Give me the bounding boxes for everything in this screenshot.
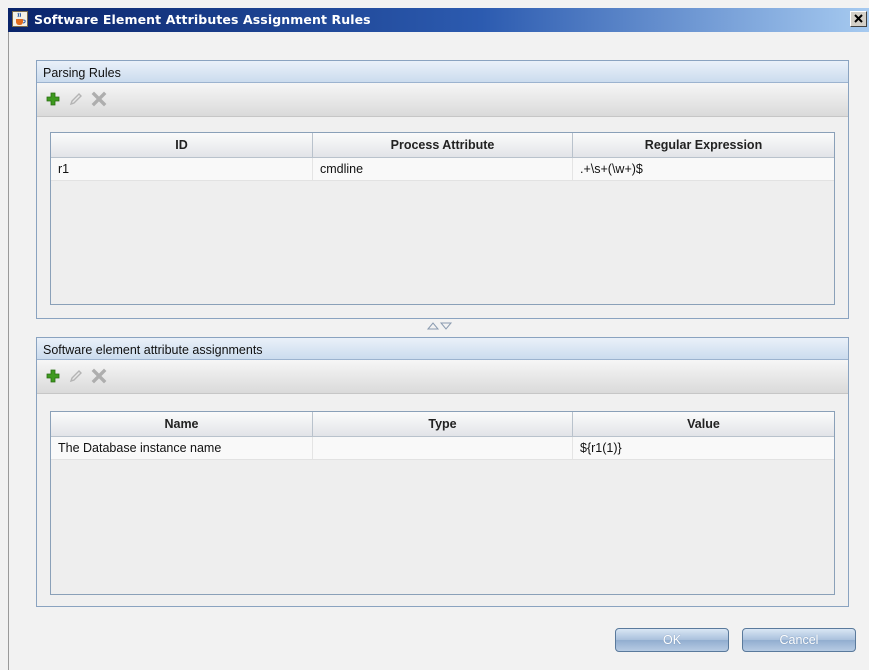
parsing-rules-table: ID Process Attribute Regular Expression … (50, 132, 835, 305)
close-icon (854, 14, 863, 23)
edit-assignment-button[interactable] (66, 366, 86, 386)
cell-regular-expression[interactable]: .+\s+(\w+)$ (573, 158, 834, 180)
cancel-button[interactable]: Cancel (742, 628, 856, 652)
window-title: Software Element Attributes Assignment R… (34, 12, 371, 27)
x-icon (91, 368, 107, 384)
table-row[interactable]: The Database instance name ${r1(1)} (51, 437, 834, 460)
parsing-rules-panel: Parsing Rules ID Process Attribute Regul… (36, 60, 849, 319)
add-assignment-button[interactable] (43, 366, 63, 386)
cell-type[interactable] (313, 437, 573, 459)
ok-button[interactable]: OK (615, 628, 729, 652)
add-rule-button[interactable] (43, 89, 63, 109)
edit-rule-button[interactable] (66, 89, 86, 109)
panel-title: Software element attribute assignments (37, 338, 848, 360)
table-row[interactable]: r1 cmdline .+\s+(\w+)$ (51, 158, 834, 181)
column-header-process-attribute[interactable]: Process Attribute (313, 133, 573, 157)
panel-title: Parsing Rules (37, 61, 848, 83)
delete-assignment-button[interactable] (89, 366, 109, 386)
cell-name[interactable]: The Database instance name (51, 437, 313, 459)
panel-splitter[interactable] (425, 320, 459, 330)
parsing-rules-toolbar (37, 83, 848, 117)
assignments-toolbar (37, 360, 848, 394)
java-cup-icon (12, 11, 28, 27)
delete-rule-button[interactable] (89, 89, 109, 109)
window-left-border (8, 32, 9, 670)
cell-process-attribute[interactable]: cmdline (313, 158, 573, 180)
plus-icon (46, 92, 60, 106)
cell-id[interactable]: r1 (51, 158, 313, 180)
pencil-icon (69, 370, 82, 383)
column-header-name[interactable]: Name (51, 412, 313, 436)
title-bar: Software Element Attributes Assignment R… (8, 8, 869, 32)
column-header-id[interactable]: ID (51, 133, 313, 157)
column-header-value[interactable]: Value (573, 412, 834, 436)
split-arrows-icon (426, 322, 453, 330)
assignments-table: Name Type Value The Database instance na… (50, 411, 835, 595)
table-header: Name Type Value (51, 412, 834, 437)
table-header: ID Process Attribute Regular Expression (51, 133, 834, 158)
column-header-type[interactable]: Type (313, 412, 573, 436)
plus-icon (46, 369, 60, 383)
close-button[interactable] (850, 11, 867, 27)
column-header-regular-expression[interactable]: Regular Expression (573, 133, 834, 157)
cell-value[interactable]: ${r1(1)} (573, 437, 834, 459)
attribute-assignments-panel: Software element attribute assignments N… (36, 337, 849, 607)
pencil-icon (69, 93, 82, 106)
x-icon (91, 91, 107, 107)
